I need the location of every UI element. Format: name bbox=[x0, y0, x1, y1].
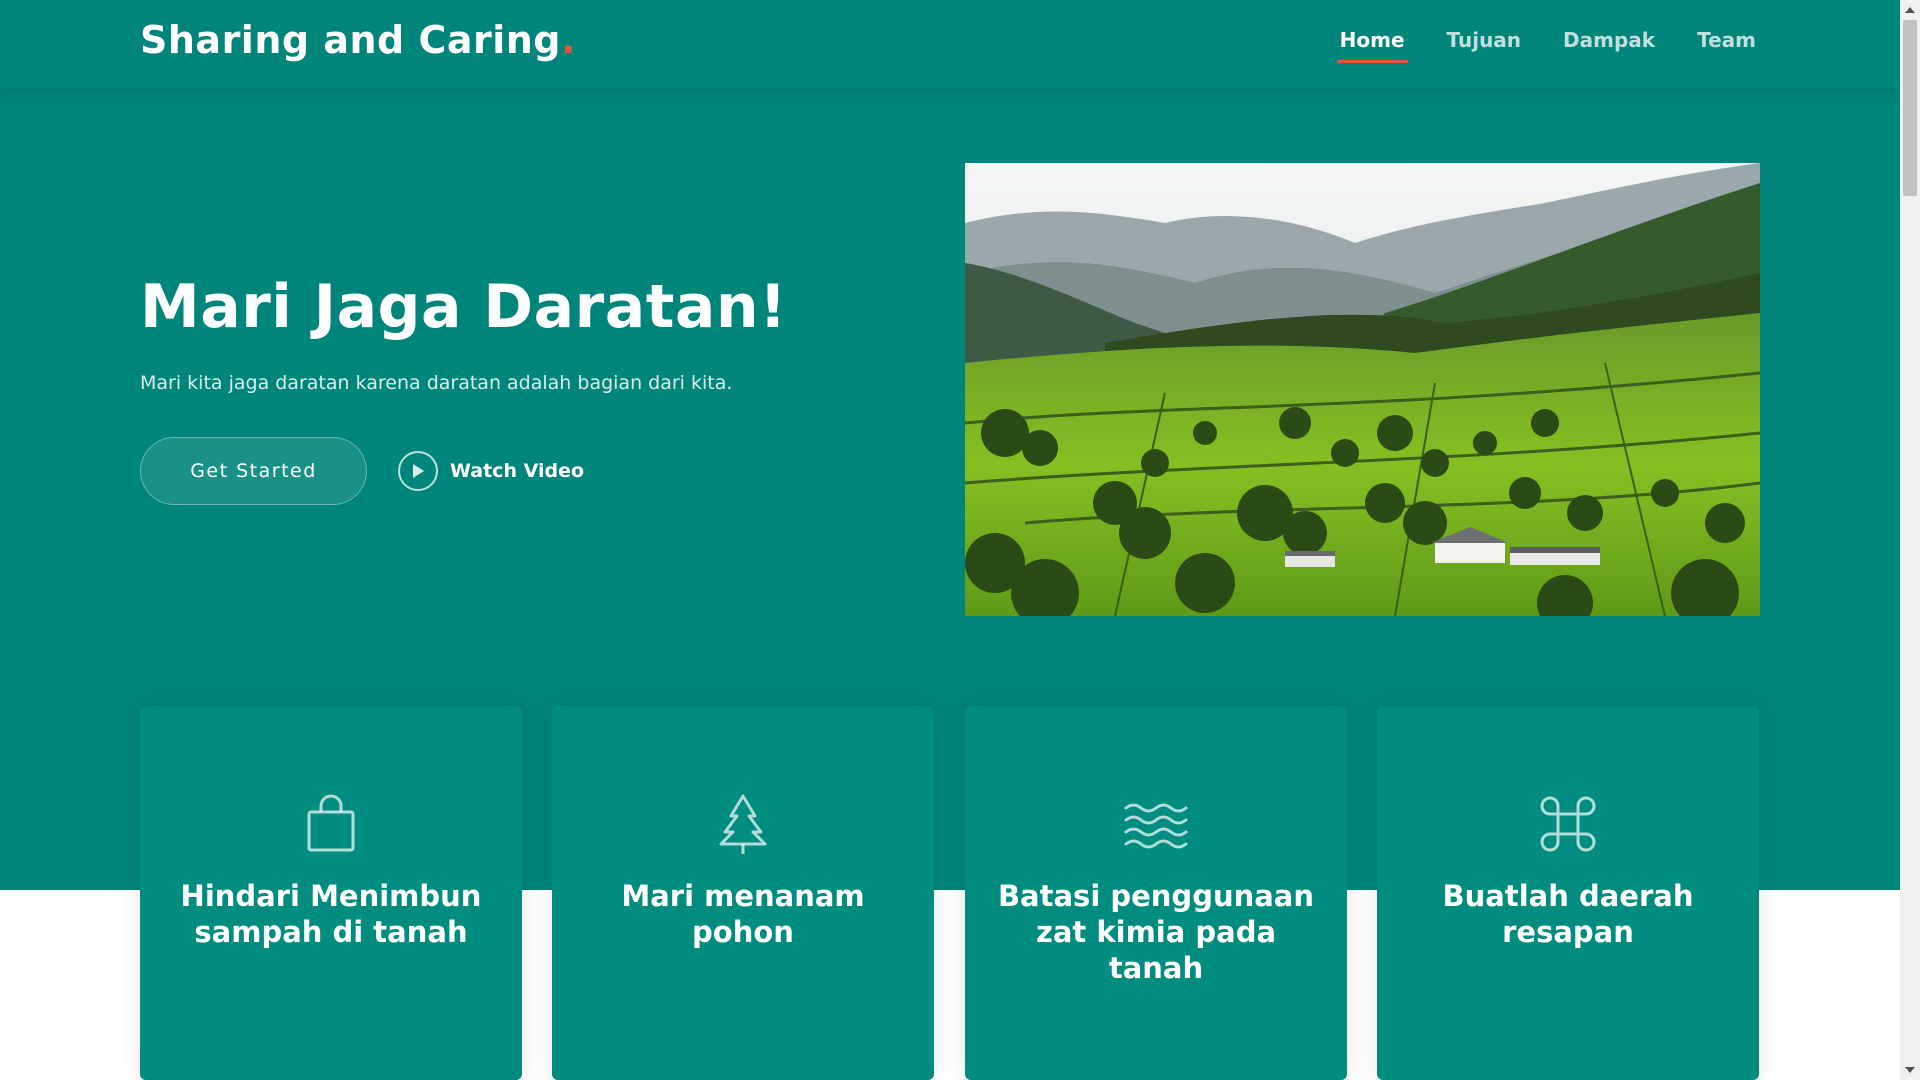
scroll-down-arrow-icon[interactable] bbox=[1900, 1060, 1920, 1080]
site-header: Sharing and Caring. Home Tujuan Dampak T… bbox=[0, 0, 1900, 88]
water-waves-icon bbox=[1124, 792, 1188, 856]
feature-card-title: Hindari Menimbun sampah di tanah bbox=[180, 879, 482, 949]
feature-card-2[interactable]: Mari menanam pohon bbox=[552, 706, 934, 1080]
nav-team[interactable]: Team bbox=[1697, 28, 1756, 60]
logo-dot: . bbox=[561, 18, 576, 62]
logo-text: Sharing and Caring bbox=[140, 18, 561, 62]
scrollbar-thumb[interactable] bbox=[1903, 20, 1917, 196]
feature-card-title: Buatlah daerah resapan bbox=[1442, 879, 1694, 949]
watch-video-button[interactable]: Watch Video bbox=[398, 450, 584, 492]
shopping-bag-icon bbox=[299, 792, 363, 856]
nav-tujuan[interactable]: Tujuan bbox=[1447, 28, 1522, 60]
page-scrollbar[interactable] bbox=[1900, 0, 1920, 1080]
tree-icon bbox=[711, 792, 775, 856]
play-circle-icon bbox=[398, 451, 438, 491]
nav-dampak[interactable]: Dampak bbox=[1563, 28, 1655, 60]
feature-card-title: Batasi penggunaan zat kimia pada tanah bbox=[997, 879, 1315, 985]
site-logo[interactable]: Sharing and Caring. bbox=[140, 18, 576, 62]
feature-card-title: Mari menanam pohon bbox=[621, 879, 865, 949]
scroll-up-arrow-icon[interactable] bbox=[1900, 0, 1920, 20]
page: Sharing and Caring. Home Tujuan Dampak T… bbox=[0, 0, 1900, 1080]
watch-video-label: Watch Video bbox=[450, 460, 585, 482]
hero-title: Mari Jaga Daratan! bbox=[140, 272, 787, 342]
nav-home[interactable]: Home bbox=[1336, 28, 1408, 63]
landscape-image bbox=[965, 163, 1760, 616]
feature-card-4[interactable]: Buatlah daerah resapan bbox=[1377, 706, 1759, 1080]
feature-card-3[interactable]: Batasi penggunaan zat kimia pada tanah bbox=[965, 706, 1347, 1080]
hero-subtitle: Mari kita jaga daratan karena daratan ad… bbox=[140, 372, 733, 394]
main-nav: Home Tujuan Dampak Team bbox=[1336, 28, 1756, 63]
command-icon bbox=[1536, 792, 1600, 856]
feature-card-1[interactable]: Hindari Menimbun sampah di tanah bbox=[140, 706, 522, 1080]
get-started-button[interactable]: Get Started bbox=[140, 437, 367, 505]
